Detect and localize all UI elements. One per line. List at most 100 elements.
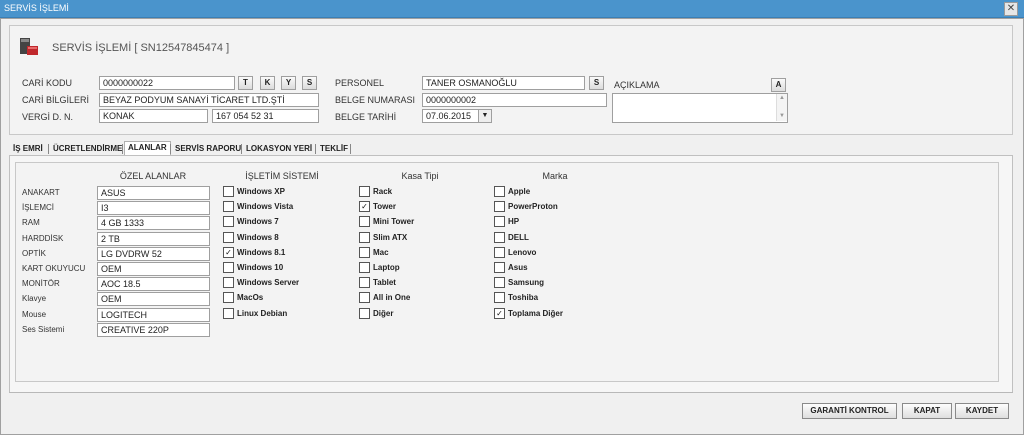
vergi-numarasi-field[interactable]: 167 054 52 31 bbox=[212, 109, 319, 123]
vergi-dairesi-field[interactable]: KONAK bbox=[99, 109, 208, 123]
checkbox-label: Windows 7 bbox=[237, 217, 279, 226]
checkbox[interactable] bbox=[223, 186, 234, 197]
scroll-up-icon[interactable]: ▲ bbox=[779, 95, 785, 101]
ozel-alan-field[interactable]: OEM bbox=[97, 292, 210, 306]
checkbox[interactable] bbox=[223, 201, 234, 212]
checkbox[interactable] bbox=[494, 201, 505, 212]
aciklama-scrollbar[interactable]: ▲ ▼ bbox=[776, 94, 787, 121]
checkbox[interactable]: ✓ bbox=[223, 247, 234, 258]
checkbox[interactable] bbox=[223, 216, 234, 227]
tab-lokasyon-yeri[interactable]: LOKASYON YERİ bbox=[243, 143, 315, 155]
checkbox-label: Mac bbox=[373, 248, 389, 257]
cari-k-button[interactable]: K bbox=[260, 76, 275, 90]
checkbox[interactable] bbox=[359, 186, 370, 197]
checkbox-label: Toplama Diğer bbox=[508, 309, 563, 318]
checkbox[interactable] bbox=[359, 262, 370, 273]
aciklama-a-button[interactable]: A bbox=[771, 78, 786, 92]
divider bbox=[9, 392, 1013, 393]
checkbox[interactable] bbox=[359, 277, 370, 288]
checkbox[interactable] bbox=[494, 292, 505, 303]
kapat-button[interactable]: KAPAT bbox=[902, 403, 952, 419]
checkbox[interactable] bbox=[359, 247, 370, 258]
ozel-alan-field[interactable]: AOC 18.5 bbox=[97, 277, 210, 291]
checkbox[interactable] bbox=[494, 232, 505, 243]
ozel-alan-label: Klavye bbox=[22, 294, 47, 303]
tab-separator bbox=[48, 144, 49, 154]
checkbox[interactable] bbox=[494, 216, 505, 227]
checkbox[interactable] bbox=[223, 232, 234, 243]
vergi-label: VERGİ D. N. bbox=[22, 112, 74, 122]
checkbox[interactable] bbox=[223, 262, 234, 273]
checkbox-label: PowerProton bbox=[508, 202, 558, 211]
checkbox-label: Windows XP bbox=[237, 187, 285, 196]
ozel-alan-label: Ses Sistemi bbox=[22, 325, 65, 334]
checkbox[interactable] bbox=[359, 292, 370, 303]
cari-kodu-field[interactable]: 0000000022 bbox=[99, 76, 235, 90]
ozel-alan-field[interactable]: OEM bbox=[97, 262, 210, 276]
checkbox[interactable]: ✓ bbox=[359, 201, 370, 212]
checkbox-label: MacOs bbox=[237, 293, 264, 302]
ozel-alan-label: İŞLEMCİ bbox=[22, 203, 55, 212]
personel-s-button[interactable]: S bbox=[589, 76, 604, 90]
checkbox[interactable] bbox=[494, 186, 505, 197]
checkbox[interactable]: ✓ bbox=[494, 308, 505, 319]
belge-tarihi-label: BELGE TARİHİ bbox=[335, 112, 397, 122]
ozel-alan-label: KART OKUYUCU bbox=[22, 264, 86, 273]
checkbox[interactable] bbox=[223, 308, 234, 319]
kaydet-button[interactable]: KAYDET bbox=[955, 403, 1009, 419]
checkbox-label: Laptop bbox=[373, 263, 400, 272]
ozel-alan-field[interactable]: ASUS bbox=[97, 186, 210, 200]
tab-servis-raporu[interactable]: SERVİS RAPORU bbox=[172, 143, 244, 155]
cari-bilgileri-label: CARİ BİLGİLERİ bbox=[22, 95, 90, 105]
checkbox[interactable] bbox=[223, 277, 234, 288]
ozel-alan-field[interactable]: LOGITECH bbox=[97, 308, 210, 322]
checkbox[interactable] bbox=[223, 292, 234, 303]
close-button[interactable]: ✕ bbox=[1004, 2, 1018, 16]
personel-field[interactable]: TANER OSMANOĞLU bbox=[422, 76, 585, 90]
window-title: SERVİS İŞLEMİ bbox=[4, 3, 69, 13]
checkbox-label: Windows Server bbox=[237, 278, 300, 287]
cari-s-button[interactable]: S bbox=[302, 76, 317, 90]
checkbox[interactable] bbox=[359, 232, 370, 243]
aciklama-label: AÇIKLAMA bbox=[614, 80, 660, 90]
cari-bilgileri-field[interactable]: BEYAZ PODYUM SANAYİ TİCARET LTD.ŞTİ bbox=[99, 93, 319, 107]
belge-tarihi-field[interactable]: 07.06.2015 bbox=[422, 109, 479, 123]
ozel-alan-field[interactable]: 2 TB bbox=[97, 232, 210, 246]
kasa-tipi-heading: Kasa Tipi bbox=[401, 171, 439, 181]
ozel-alanlar-heading: ÖZEL ALANLAR bbox=[119, 171, 187, 181]
tab-ucretlendirme[interactable]: ÜCRETLENDİRME bbox=[50, 143, 125, 155]
ozel-alan-label: MONİTÖR bbox=[22, 279, 60, 288]
ozel-alan-field[interactable]: LG DVDRW 52 bbox=[97, 247, 210, 261]
belge-numarasi-field[interactable]: 0000000002 bbox=[422, 93, 607, 107]
tab-alanlar[interactable]: ALANLAR bbox=[124, 141, 171, 155]
cari-y-button[interactable]: Y bbox=[281, 76, 296, 90]
tab-separator bbox=[315, 144, 316, 154]
belge-numarasi-label: BELGE NUMARASI bbox=[335, 95, 416, 105]
ozel-alan-field[interactable]: CREATIVE 220P bbox=[97, 323, 210, 337]
aciklama-textarea[interactable] bbox=[612, 93, 788, 123]
checkbox-label: Lenovo bbox=[508, 248, 537, 257]
checkbox-label: Samsung bbox=[508, 278, 545, 287]
checkbox-label: Tablet bbox=[373, 278, 396, 287]
isletim-sistemi-heading: İŞLETİM SİSTEMİ bbox=[245, 171, 319, 181]
checkbox[interactable] bbox=[494, 262, 505, 273]
scroll-down-icon[interactable]: ▼ bbox=[779, 113, 785, 119]
cari-t-button[interactable]: T bbox=[238, 76, 253, 90]
checkbox-label: Windows 8 bbox=[237, 233, 279, 242]
ozel-alan-field[interactable]: I3 bbox=[97, 201, 210, 215]
ozel-alan-field[interactable]: 4 GB 1333 bbox=[97, 216, 210, 230]
tab-separator bbox=[122, 144, 123, 154]
checkbox[interactable] bbox=[494, 277, 505, 288]
checkbox-label: Linux Debian bbox=[237, 309, 288, 318]
tab-is-emri[interactable]: İŞ EMRİ bbox=[10, 143, 46, 155]
ozel-alan-label: ANAKART bbox=[22, 188, 60, 197]
checkbox-label: Diğer bbox=[373, 309, 394, 318]
garanti-kontrol-button[interactable]: GARANTİ KONTROL bbox=[802, 403, 897, 419]
checkbox[interactable] bbox=[359, 216, 370, 227]
checkbox[interactable] bbox=[359, 308, 370, 319]
tab-teklif[interactable]: TEKLİF bbox=[317, 143, 351, 155]
checkbox-label: DELL bbox=[508, 233, 529, 242]
checkbox[interactable] bbox=[494, 247, 505, 258]
personel-label: PERSONEL bbox=[335, 78, 385, 88]
date-dropdown-icon[interactable]: ▼ bbox=[478, 109, 492, 123]
